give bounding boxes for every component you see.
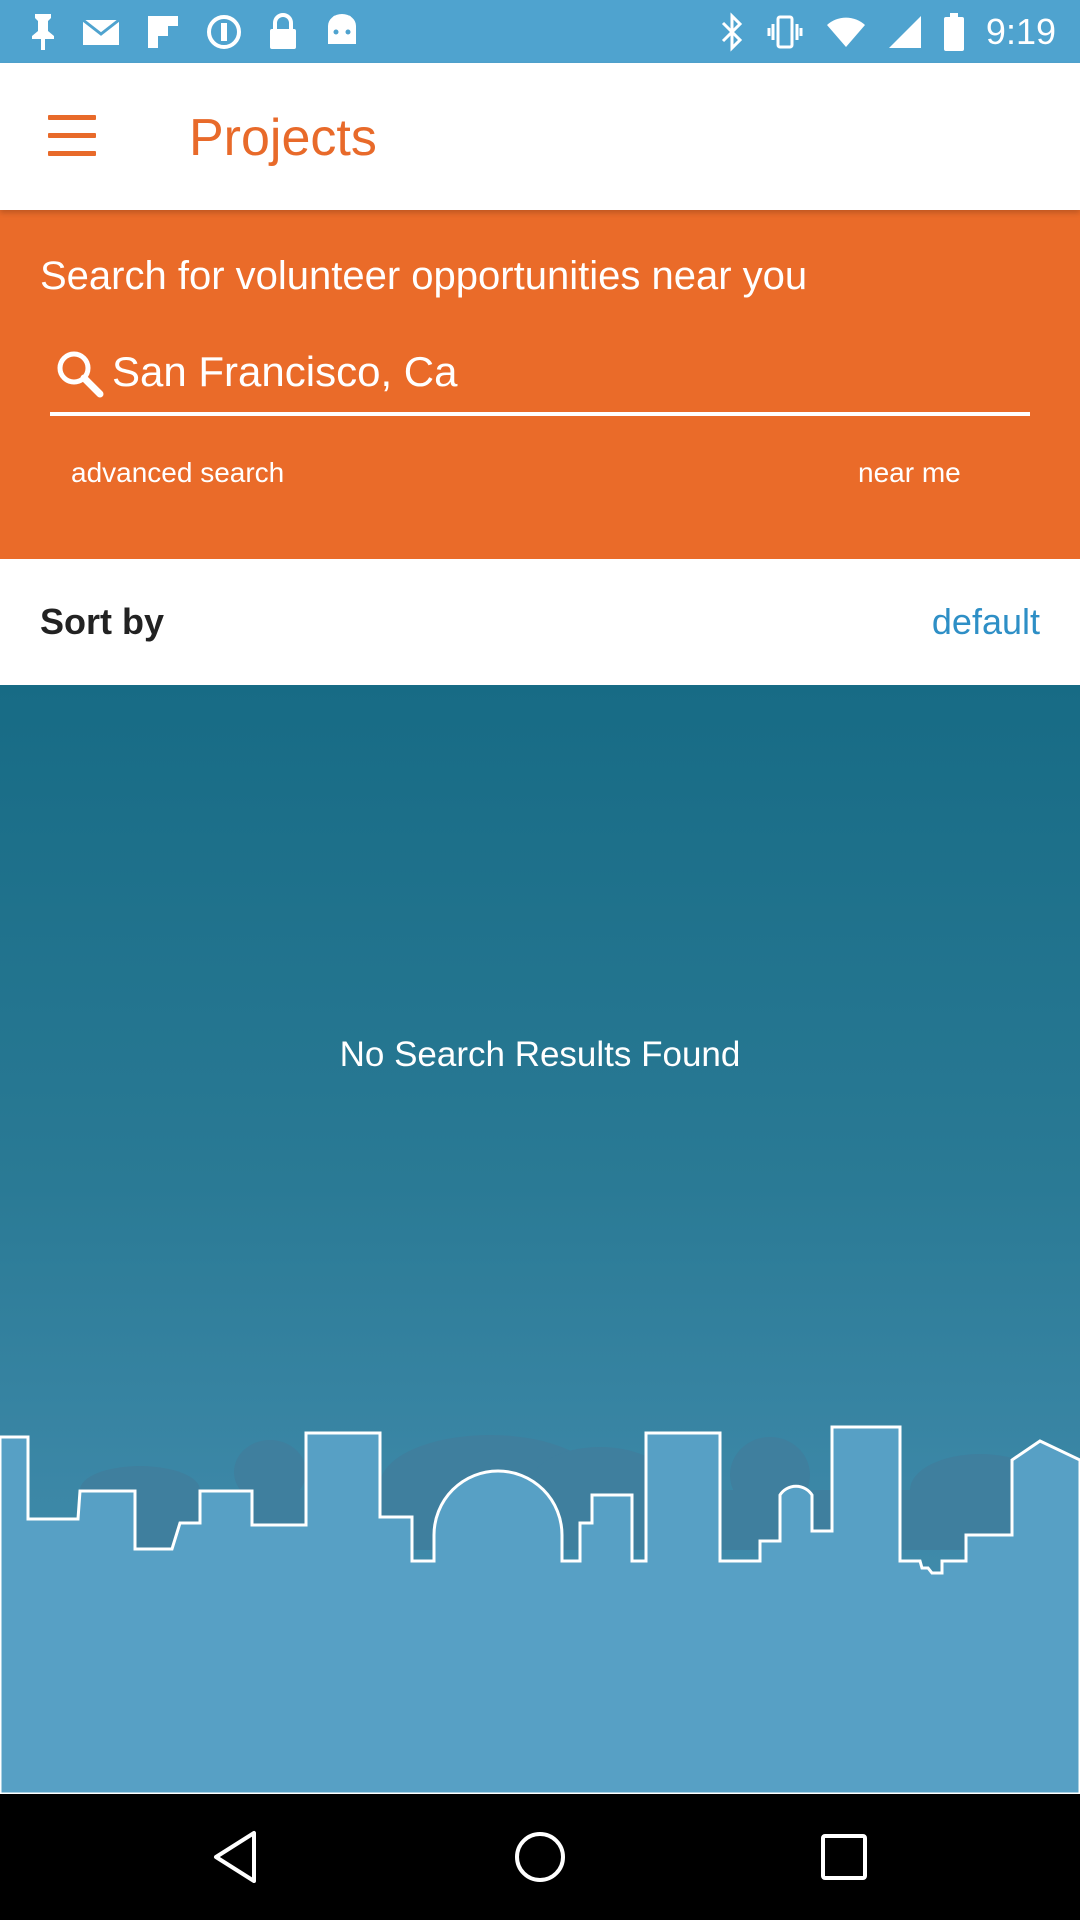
sort-option-dropdown[interactable]: default <box>932 600 1040 644</box>
android-icon <box>328 14 356 44</box>
pin-icon <box>32 14 54 50</box>
back-icon[interactable] <box>206 1827 266 1887</box>
menu-line <box>48 151 96 156</box>
status-system-icons: 9:19 <box>720 8 1056 56</box>
location-input[interactable]: San Francisco, Ca <box>112 342 1012 402</box>
page-title: Projects <box>189 109 377 167</box>
results-area: No Search Results Found <box>0 685 1080 1794</box>
status-time: 9:19 <box>985 11 1056 52</box>
search-icon <box>57 351 104 398</box>
flipboard-icon <box>148 16 178 48</box>
advanced-search-link[interactable]: advanced search <box>71 456 284 490</box>
location-search-field[interactable]: San Francisco, Ca <box>50 338 1030 416</box>
recents-icon[interactable] <box>814 1827 874 1887</box>
search-heading: Search for volunteer opportunities near … <box>40 254 808 298</box>
sort-row: Sort by default <box>0 559 1080 685</box>
battery-icon <box>943 13 964 51</box>
lock-icon <box>270 13 296 49</box>
status-bar: 9:19 <box>0 0 1080 63</box>
hamburger-menu-icon[interactable] <box>40 108 106 164</box>
signal-icon <box>888 16 921 48</box>
status-notification-icons <box>30 12 360 52</box>
mail-icon <box>82 18 120 45</box>
vibrate-icon <box>767 15 803 49</box>
wifi-icon <box>826 17 865 47</box>
data-saver-icon <box>207 15 241 49</box>
city-skyline-illustration <box>0 1425 1080 1794</box>
home-icon[interactable] <box>510 1827 570 1887</box>
system-nav-bar <box>0 1794 1080 1920</box>
menu-line <box>48 133 96 138</box>
app-bar: Projects <box>0 63 1080 210</box>
bluetooth-icon <box>721 12 743 52</box>
sort-by-label: Sort by <box>40 601 165 642</box>
search-panel: Search for volunteer opportunities near … <box>0 210 1080 559</box>
empty-results-message: No Search Results Found <box>339 1035 741 1074</box>
near-me-link[interactable]: near me <box>858 456 961 490</box>
menu-line <box>48 115 96 120</box>
